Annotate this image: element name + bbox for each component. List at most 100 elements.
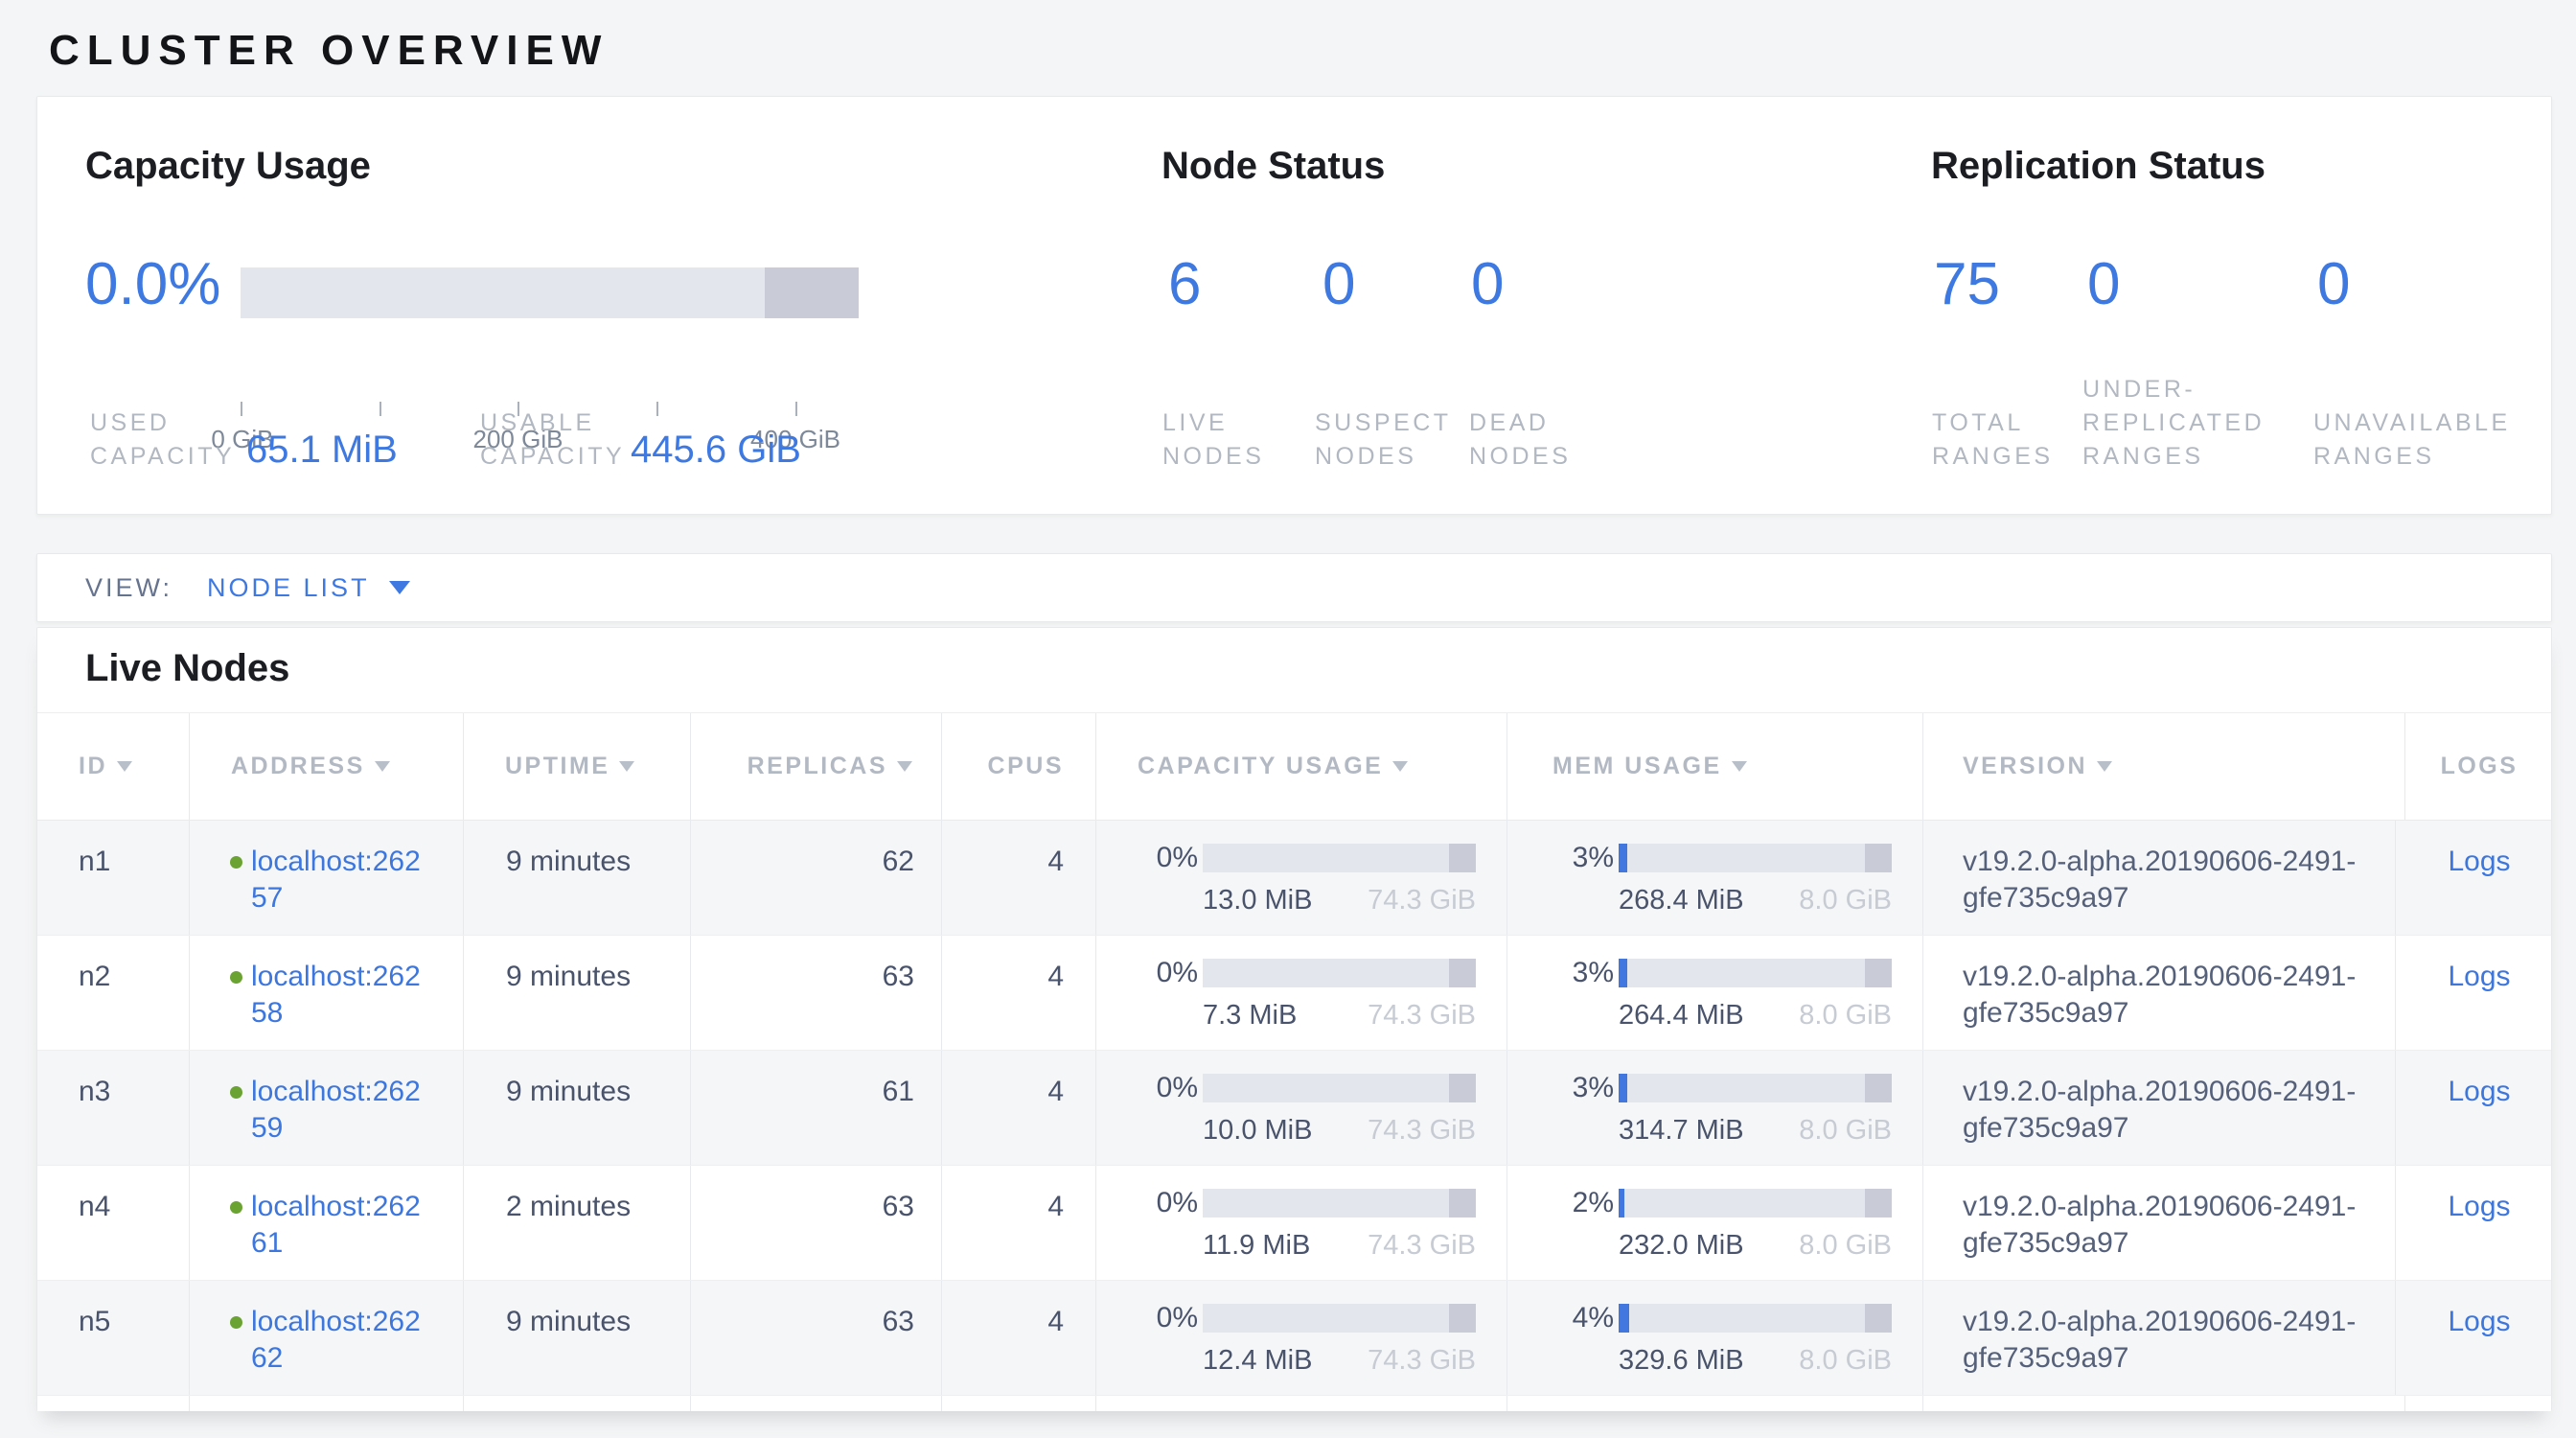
mem-used-value: 232.0 MiB bbox=[1619, 1230, 1744, 1262]
node-version-cell: v19.2.0-alpha.20190606-2491-gfe735c9a97 bbox=[1923, 821, 2396, 935]
column-header-replicas[interactable]: REPLICAS bbox=[691, 713, 942, 820]
axis-tick bbox=[656, 402, 658, 416]
mem-percent-label: 3% bbox=[1573, 842, 1614, 874]
mem-usage-bar-fill bbox=[1619, 959, 1627, 987]
under-replicated-ranges-count: 0 bbox=[2087, 250, 2120, 319]
sort-caret-icon bbox=[619, 761, 634, 772]
node-mem-usage-cell: 3% 264.4 MiB 8.0 GiB bbox=[1507, 936, 1923, 1050]
view-dropdown[interactable]: NODE LIST bbox=[207, 573, 410, 603]
node-mem-usage-cell: 3% 314.7 MiB 8.0 GiB bbox=[1507, 1051, 1923, 1165]
mem-max-value: 8.0 GiB bbox=[1799, 1115, 1892, 1147]
mem-usage-bar-reserved bbox=[1865, 1074, 1893, 1102]
table-row: n2 localhost:26258 9 minutes 63 4 0% 7.3… bbox=[37, 936, 2551, 1051]
node-replicas-cell: 63 bbox=[691, 1281, 942, 1395]
mem-usage-bar bbox=[1619, 844, 1892, 872]
node-address-link[interactable]: localhost:26257 bbox=[251, 844, 426, 916]
mem-usage-bar bbox=[1619, 1304, 1892, 1333]
logs-link[interactable]: Logs bbox=[2448, 959, 2510, 1050]
view-dropdown-selected[interactable]: NODE LIST bbox=[207, 573, 370, 603]
node-address-link[interactable]: localhost:26261 bbox=[251, 1189, 426, 1262]
cluster-overview-page: CLUSTER OVERVIEW Capacity Usage 0.0% 0 G… bbox=[0, 0, 2576, 1438]
mem-used-value: 329.6 MiB bbox=[1619, 1345, 1744, 1377]
column-header-version[interactable]: VERSION bbox=[1923, 713, 2405, 820]
logs-link[interactable]: Logs bbox=[2448, 1074, 2510, 1165]
capacity-usage-bar bbox=[1203, 844, 1476, 872]
node-id-cell: n2 bbox=[37, 936, 190, 1050]
column-header-cpus[interactable]: CPUS bbox=[942, 713, 1096, 820]
column-header-mem-usage[interactable]: MEM USAGE bbox=[1507, 713, 1923, 820]
node-status-title: Node Status bbox=[1162, 145, 1385, 188]
node-address-link[interactable]: localhost:26259 bbox=[251, 1074, 426, 1147]
mem-percent-label: 4% bbox=[1573, 1302, 1614, 1334]
mem-usage-bar-fill bbox=[1619, 1074, 1627, 1102]
capacity-max-value: 74.3 GiB bbox=[1368, 1230, 1476, 1262]
axis-tick bbox=[241, 402, 242, 416]
node-logs-cell: Logs bbox=[2405, 936, 2553, 1050]
node-uptime-cell: 2 minutes bbox=[464, 1166, 691, 1280]
node-cpus-cell: 4 bbox=[942, 1166, 1096, 1280]
sort-caret-icon bbox=[117, 761, 132, 772]
capacity-usage-bar-reserved bbox=[1449, 1074, 1477, 1102]
capacity-usage-bar bbox=[1203, 1074, 1476, 1102]
mem-usage-bar bbox=[1619, 1189, 1892, 1218]
capacity-max-value: 74.3 GiB bbox=[1368, 1345, 1476, 1377]
capacity-usage-bar bbox=[1203, 959, 1476, 987]
capacity-bar bbox=[241, 267, 859, 318]
node-live-icon bbox=[230, 1086, 242, 1099]
mem-used-value: 314.7 MiB bbox=[1619, 1115, 1744, 1147]
node-uptime-cell: 9 minutes bbox=[464, 936, 691, 1050]
capacity-usage-bar-reserved bbox=[1449, 1304, 1477, 1333]
node-id-cell: n3 bbox=[37, 1051, 190, 1165]
capacity-percent: 0.0% bbox=[85, 250, 220, 319]
live-nodes-count: 6 bbox=[1168, 250, 1201, 319]
used-capacity-value: 65.1 MiB bbox=[246, 429, 398, 472]
unavailable-ranges-label: UNAVAILABLE RANGES bbox=[2313, 406, 2511, 474]
node-capacity-usage-cell: 0% 7.3 MiB 74.3 GiB bbox=[1096, 936, 1507, 1050]
column-header-address[interactable]: ADDRESS bbox=[190, 713, 464, 820]
logs-link[interactable]: Logs bbox=[2448, 1189, 2510, 1280]
node-uptime-cell: 9 minutes bbox=[464, 1281, 691, 1395]
capacity-usage-bar-reserved bbox=[1449, 959, 1477, 987]
table-body: n1 localhost:26257 9 minutes 62 4 0% 13.… bbox=[37, 821, 2551, 1396]
table-row: n1 localhost:26257 9 minutes 62 4 0% 13.… bbox=[37, 821, 2551, 936]
sort-caret-icon bbox=[375, 761, 390, 772]
axis-tick bbox=[795, 402, 797, 416]
node-logs-cell: Logs bbox=[2405, 1281, 2553, 1395]
node-address-link[interactable]: localhost:26258 bbox=[251, 959, 426, 1032]
node-address-link[interactable]: localhost:26262 bbox=[251, 1304, 426, 1377]
mem-max-value: 8.0 GiB bbox=[1799, 885, 1892, 916]
total-ranges-count: 75 bbox=[1934, 250, 2000, 319]
capacity-usage-bar-reserved bbox=[1449, 1189, 1477, 1218]
capacity-usage-title: Capacity Usage bbox=[85, 145, 371, 188]
mem-usage-bar-reserved bbox=[1865, 1304, 1893, 1333]
live-nodes-label: LIVE NODES bbox=[1162, 406, 1264, 474]
table-row-partial bbox=[37, 1396, 2551, 1411]
node-capacity-usage-cell: 0% 12.4 MiB 74.3 GiB bbox=[1096, 1281, 1507, 1395]
table-header-row: ID ADDRESS UPTIME REPLICAS CPUS CAPACITY… bbox=[37, 712, 2551, 821]
summary-card: Capacity Usage 0.0% 0 GiB 200 GiB 400 Gi… bbox=[36, 96, 2552, 515]
mem-usage-bar-reserved bbox=[1865, 1189, 1893, 1218]
node-uptime-cell: 9 minutes bbox=[464, 821, 691, 935]
column-header-id[interactable]: ID bbox=[37, 713, 190, 820]
column-header-uptime[interactable]: UPTIME bbox=[464, 713, 691, 820]
mem-usage-bar-fill bbox=[1619, 1189, 1624, 1218]
capacity-percent-label: 0% bbox=[1157, 1187, 1198, 1219]
capacity-percent-label: 0% bbox=[1157, 1302, 1198, 1334]
node-uptime-cell: 9 minutes bbox=[464, 1051, 691, 1165]
node-live-icon bbox=[230, 1316, 242, 1329]
column-header-logs: LOGS bbox=[2405, 713, 2553, 820]
live-nodes-card: Live Nodes ID ADDRESS UPTIME REPLICAS CP… bbox=[36, 627, 2552, 1411]
table-row: n3 localhost:26259 9 minutes 61 4 0% 10.… bbox=[37, 1051, 2551, 1166]
node-version-cell: v19.2.0-alpha.20190606-2491-gfe735c9a97 bbox=[1923, 1281, 2396, 1395]
logs-link[interactable]: Logs bbox=[2448, 844, 2510, 935]
logs-link[interactable]: Logs bbox=[2448, 1304, 2510, 1395]
mem-usage-bar-fill bbox=[1619, 844, 1627, 872]
capacity-used-value: 12.4 MiB bbox=[1203, 1345, 1312, 1377]
usable-capacity-label: USABLE CAPACITY bbox=[480, 406, 625, 474]
node-address-cell: localhost:26257 bbox=[190, 821, 464, 935]
capacity-usage-bar bbox=[1203, 1189, 1476, 1218]
suspect-nodes-count: 0 bbox=[1322, 250, 1355, 319]
column-header-capacity-usage[interactable]: CAPACITY USAGE bbox=[1096, 713, 1507, 820]
dead-nodes-count: 0 bbox=[1471, 250, 1504, 319]
capacity-used-value: 7.3 MiB bbox=[1203, 1000, 1297, 1032]
